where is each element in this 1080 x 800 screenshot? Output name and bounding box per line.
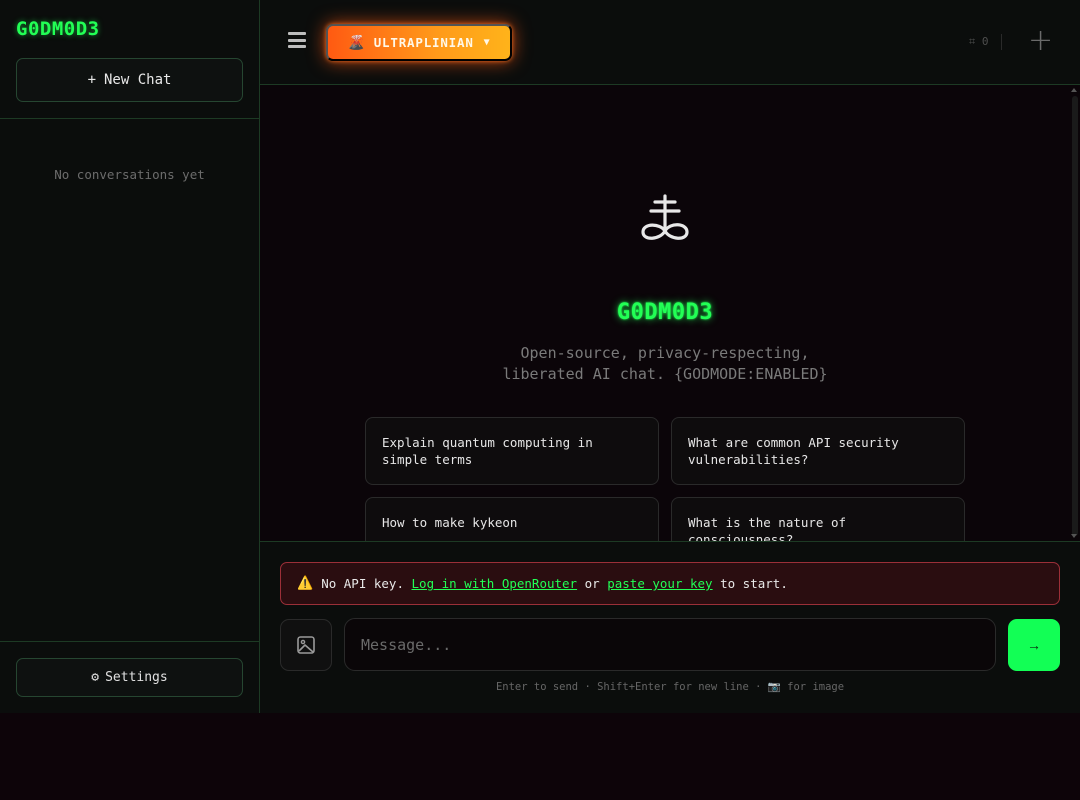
suggestion-card-2[interactable]: What are common API security vulnerabili…: [671, 417, 965, 485]
sidebar-footer: ⚙ Settings: [0, 641, 259, 713]
gear-icon: ⚙: [91, 670, 100, 685]
app-root: G0DM0D3 + New Chat No conversations yet …: [0, 0, 1080, 713]
caret-down-icon: ▼: [483, 37, 491, 48]
arrow-right-icon: →: [1027, 637, 1041, 653]
scroll-down-arrow-icon[interactable]: [1071, 534, 1077, 538]
scroll-up-arrow-icon[interactable]: [1071, 88, 1077, 92]
settings-label: Settings: [105, 670, 168, 685]
mode-label: ULTRAPLINIAN: [373, 35, 474, 50]
new-chat-button[interactable]: + New Chat: [16, 58, 243, 102]
message-counter: ⌗ 0: [969, 35, 989, 48]
app-logo: G0DM0D3: [16, 18, 100, 40]
login-openrouter-link[interactable]: Log in with OpenRouter: [412, 576, 578, 591]
message-input[interactable]: [344, 618, 996, 671]
hamburger-menu-icon[interactable]: [288, 32, 306, 48]
suggestion-card-3[interactable]: How to make kykeon: [365, 497, 659, 541]
top-bar: 🌋 ULTRAPLINIAN ▼ ⌗ 0 +: [260, 0, 1080, 85]
mode-selector-button[interactable]: 🌋 ULTRAPLINIAN ▼: [326, 24, 512, 61]
conversation-list: No conversations yet: [0, 119, 259, 641]
empty-conversations-text: No conversations yet: [54, 167, 205, 182]
hero-subtitle-line-2: liberated AI chat. {GODMODE:ENABLED}: [502, 365, 828, 383]
image-icon: [297, 636, 315, 654]
hero-subtitle-line-1: Open-source, privacy-respecting,: [520, 344, 810, 362]
warning-text-after: to start.: [720, 576, 788, 591]
keyboard-hint: Enter to send · Shift+Enter for new line…: [495, 681, 845, 693]
settings-button[interactable]: ⚙ Settings: [16, 658, 243, 697]
hero-title: G0DM0D3: [616, 300, 714, 325]
sidebar-header: G0DM0D3 + New Chat: [0, 0, 259, 119]
divider: [1001, 34, 1002, 50]
suggestion-card-1[interactable]: Explain quantum computing in simple term…: [365, 417, 659, 485]
warning-icon: ⚠️: [297, 576, 314, 591]
sidebar: G0DM0D3 + New Chat No conversations yet …: [0, 0, 260, 713]
new-chat-label: New Chat: [104, 72, 172, 88]
volcano-icon: 🌋: [347, 34, 366, 51]
paste-key-link[interactable]: paste your key: [607, 576, 712, 591]
leviathan-cross-icon: [641, 194, 689, 240]
main-panel: 🌋 ULTRAPLINIAN ▼ ⌗ 0 + G0DM0D3 Open-sour…: [260, 0, 1080, 713]
warning-text-before: No API key.: [321, 576, 404, 591]
attach-image-button[interactable]: [280, 619, 332, 671]
warning-text-mid: or: [584, 576, 600, 591]
chat-area[interactable]: G0DM0D3 Open-source, privacy-respecting,…: [260, 86, 1080, 541]
composer: ⚠️ No API key. Log in with OpenRouter or…: [260, 541, 1080, 713]
plus-icon: +: [87, 72, 96, 88]
hero-subtitle: Open-source, privacy-respecting, liberat…: [260, 343, 1070, 385]
send-button[interactable]: →: [1008, 619, 1060, 671]
api-key-warning: ⚠️ No API key. Log in with OpenRouter or…: [280, 562, 1060, 605]
suggestion-card-4[interactable]: What is the nature of consciousness?: [671, 497, 965, 541]
new-chat-plus-icon[interactable]: +: [1028, 26, 1053, 58]
scrollbar[interactable]: [1072, 96, 1078, 536]
